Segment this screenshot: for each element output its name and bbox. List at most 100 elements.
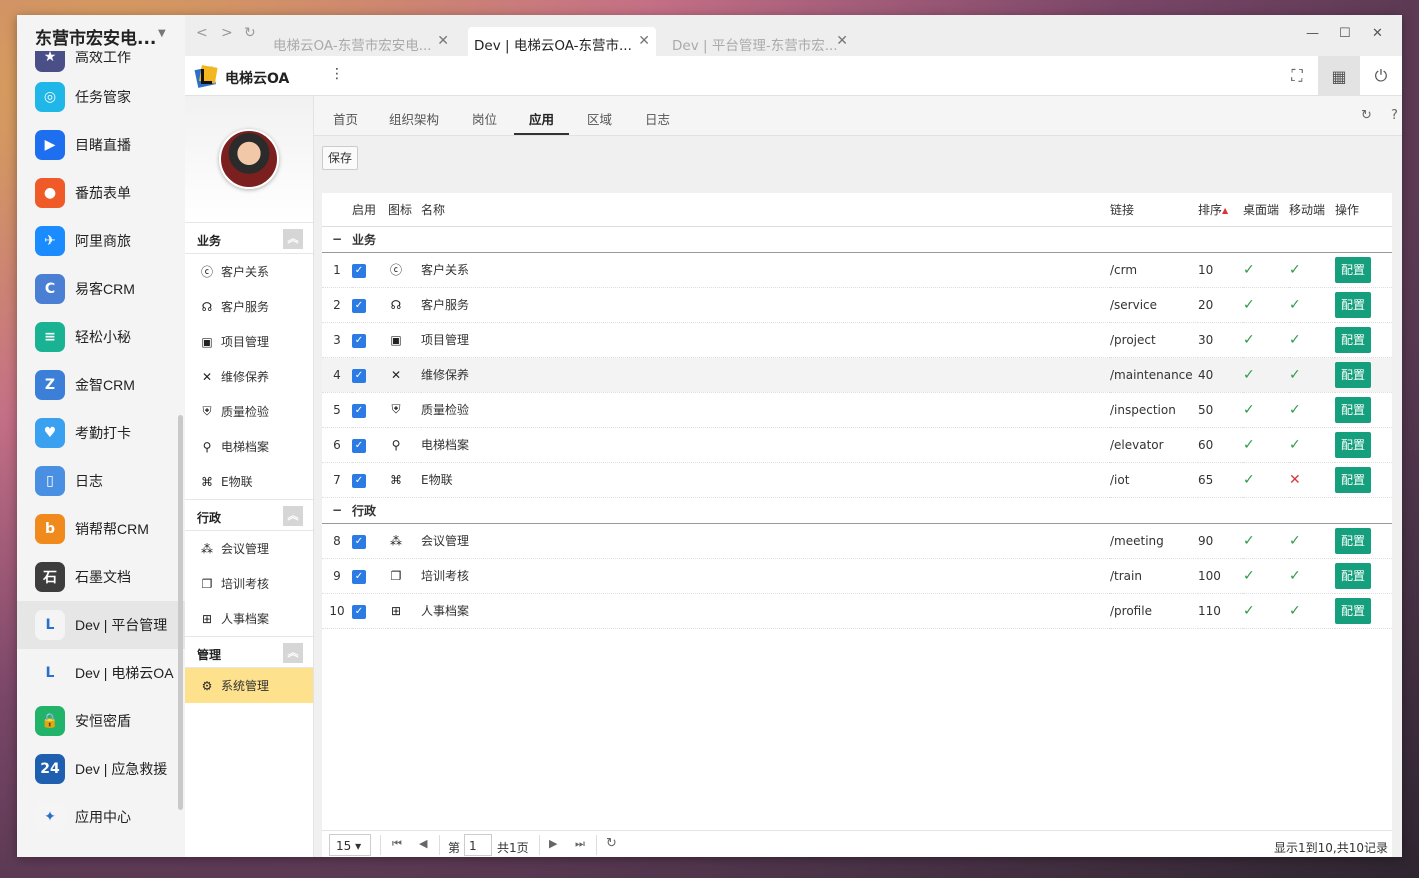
nav-item[interactable]: ⚲ 电梯档案: [185, 429, 313, 464]
enable-checkbox[interactable]: ✓: [352, 534, 366, 549]
table-row[interactable]: 6 ✓ ⚲ 电梯档案/elevator 60 ✓ ✓ 配置: [322, 427, 1392, 463]
avatar[interactable]: [219, 129, 279, 189]
group-collapse-icon[interactable]: −: [322, 497, 352, 524]
group-row[interactable]: − 业务: [322, 226, 1392, 253]
first-page-icon[interactable]: ⏮: [392, 837, 402, 851]
enable-checkbox[interactable]: ✓: [352, 298, 366, 313]
next-page-icon[interactable]: ▶: [549, 837, 557, 850]
app-item[interactable]: 石石墨文档: [17, 553, 185, 601]
nav-item[interactable]: ⊞ 人事档案: [185, 601, 313, 636]
enable-checkbox[interactable]: ✓: [352, 263, 366, 278]
app-item[interactable]: ◎ 任务管家: [17, 73, 185, 121]
browser-tab-2[interactable]: Dev | 电梯云OA-东营市... ✕: [468, 27, 656, 56]
refresh-icon[interactable]: ↻: [1361, 108, 1372, 123]
app-item[interactable]: b 销帮帮CRM: [17, 505, 185, 553]
config-button[interactable]: 配置: [1335, 326, 1371, 353]
col-name[interactable]: 名称: [421, 193, 1110, 227]
back-icon[interactable]: <: [196, 25, 208, 41]
col-enable[interactable]: 启用: [352, 193, 388, 227]
maximize-icon[interactable]: ☐: [1339, 26, 1351, 41]
save-button[interactable]: 保存: [322, 146, 359, 170]
enable-checkbox[interactable]: ✓: [352, 403, 366, 418]
app-item[interactable]: ✈ 阿里商旅: [17, 217, 185, 265]
col-mobile[interactable]: 移动端: [1289, 193, 1335, 227]
table-row[interactable]: 9 ✓ ❐ 培训考核/train 100 ✓ ✓ 配置: [322, 558, 1392, 594]
enable-checkbox[interactable]: ✓: [352, 604, 366, 619]
config-button[interactable]: 配置: [1335, 431, 1371, 458]
app-item[interactable]: 🔒 安恒密盾: [17, 697, 185, 745]
org-title[interactable]: 东营市宏安电...: [35, 24, 156, 49]
enable-checkbox[interactable]: ✓: [352, 473, 366, 488]
forward-icon[interactable]: >: [221, 25, 233, 41]
grid-icon[interactable]: ▦: [1318, 56, 1360, 96]
sidebar-scrollbar[interactable]: [178, 415, 183, 810]
nav-item[interactable]: ☊ 客户服务: [185, 289, 313, 324]
collapse-icon[interactable]: ︽: [283, 506, 303, 526]
app-item[interactable]: L Dev | 电梯云OA: [17, 649, 185, 697]
col-desktop[interactable]: 桌面端: [1243, 193, 1289, 227]
config-button[interactable]: 配置: [1335, 291, 1371, 318]
nav-item[interactable]: ⌘ E物联: [185, 464, 313, 499]
close-icon[interactable]: ✕: [836, 33, 848, 49]
table-row[interactable]: 3 ✓ ▣ 项目管理/project 30 ✓ ✓ 配置: [322, 322, 1392, 358]
table-row[interactable]: 10 ✓ ⊞ 人事档案/profile 110 ✓ ✓ 配置: [322, 593, 1392, 629]
config-button[interactable]: 配置: [1335, 527, 1371, 554]
app-item[interactable]: L Dev | 平台管理: [17, 601, 185, 649]
enable-checkbox[interactable]: ✓: [352, 368, 366, 383]
col-link[interactable]: 链接: [1110, 193, 1198, 227]
tab-log[interactable]: 日志: [645, 109, 670, 128]
app-item[interactable]: ♥ 考勤打卡: [17, 409, 185, 457]
app-item[interactable]: ● 番茄表单: [17, 169, 185, 217]
nav-item[interactable]: ⓒ 客户关系: [185, 254, 313, 289]
last-page-icon[interactable]: ⏭: [575, 837, 585, 851]
close-icon[interactable]: ✕: [437, 33, 449, 49]
app-item[interactable]: ▯ 日志: [17, 457, 185, 505]
page-size-select[interactable]: 15 ▾: [329, 834, 371, 856]
app-item[interactable]: Z 金智CRM: [17, 361, 185, 409]
reload-icon[interactable]: ↻: [244, 25, 256, 41]
nav-item[interactable]: ❐ 培训考核: [185, 566, 313, 601]
table-row[interactable]: 2 ✓ ☊ 客户服务/service 20 ✓ ✓ 配置: [322, 287, 1392, 323]
group-row[interactable]: − 行政: [322, 497, 1392, 524]
nav-item[interactable]: ⛨ 质量检验: [185, 394, 313, 429]
app-item[interactable]: ✦ 应用中心: [17, 793, 185, 841]
more-icon[interactable]: ⋮: [330, 66, 344, 82]
col-sort[interactable]: 排序▲: [1198, 193, 1243, 227]
config-button[interactable]: 配置: [1335, 361, 1371, 388]
help-icon[interactable]: ?: [1391, 108, 1398, 123]
table-row[interactable]: 7 ✓ ⌘ E物联/iot 65 ✓ ✕ 配置: [322, 462, 1392, 498]
tab-apps[interactable]: 应用: [529, 109, 554, 128]
config-button[interactable]: 配置: [1335, 396, 1371, 423]
page-input[interactable]: 1: [464, 834, 492, 856]
app-item[interactable]: ≡ 轻松小秘: [17, 313, 185, 361]
minimize-icon[interactable]: —: [1306, 26, 1319, 41]
window-close-icon[interactable]: ✕: [1372, 26, 1383, 41]
table-row[interactable]: 1 ✓ ⓒ 客户关系/crm 10 ✓ ✓ 配置: [322, 252, 1392, 288]
enable-checkbox[interactable]: ✓: [352, 569, 366, 584]
refresh-page-icon[interactable]: ↻: [606, 836, 617, 851]
collapse-icon[interactable]: ︽: [283, 229, 303, 249]
browser-tab-1[interactable]: 电梯云OA-东营市宏安电... ✕: [267, 27, 455, 56]
config-button[interactable]: 配置: [1335, 562, 1371, 589]
nav-item[interactable]: ✕ 维修保养: [185, 359, 313, 394]
nav-item[interactable]: ▣ 项目管理: [185, 324, 313, 359]
browser-tab-3[interactable]: Dev | 平台管理-东营市宏... ✕: [666, 27, 854, 56]
app-item[interactable]: 24 Dev | 应急救援: [17, 745, 185, 793]
nav-item[interactable]: ⚙ 系统管理: [185, 668, 313, 703]
app-item[interactable]: ★ 高效工作: [17, 51, 185, 73]
group-collapse-icon[interactable]: −: [322, 226, 352, 253]
table-row[interactable]: 8 ✓ ⁂ 会议管理/meeting 90 ✓ ✓ 配置: [322, 523, 1392, 559]
tab-position[interactable]: 岗位: [472, 109, 497, 128]
config-button[interactable]: 配置: [1335, 597, 1371, 624]
col-icon[interactable]: 图标: [388, 193, 421, 227]
enable-checkbox[interactable]: ✓: [352, 333, 366, 348]
collapse-icon[interactable]: ︽: [283, 643, 303, 663]
app-item[interactable]: C 易客CRM: [17, 265, 185, 313]
close-icon[interactable]: ✕: [638, 33, 650, 49]
prev-page-icon[interactable]: ◀: [419, 837, 427, 850]
app-item[interactable]: ▶ 目睹直播: [17, 121, 185, 169]
config-button[interactable]: 配置: [1335, 466, 1371, 493]
map-icon[interactable]: ⛶: [1276, 56, 1318, 96]
caret-down-icon[interactable]: ▼: [158, 28, 166, 39]
tab-org[interactable]: 组织架构: [389, 109, 439, 128]
